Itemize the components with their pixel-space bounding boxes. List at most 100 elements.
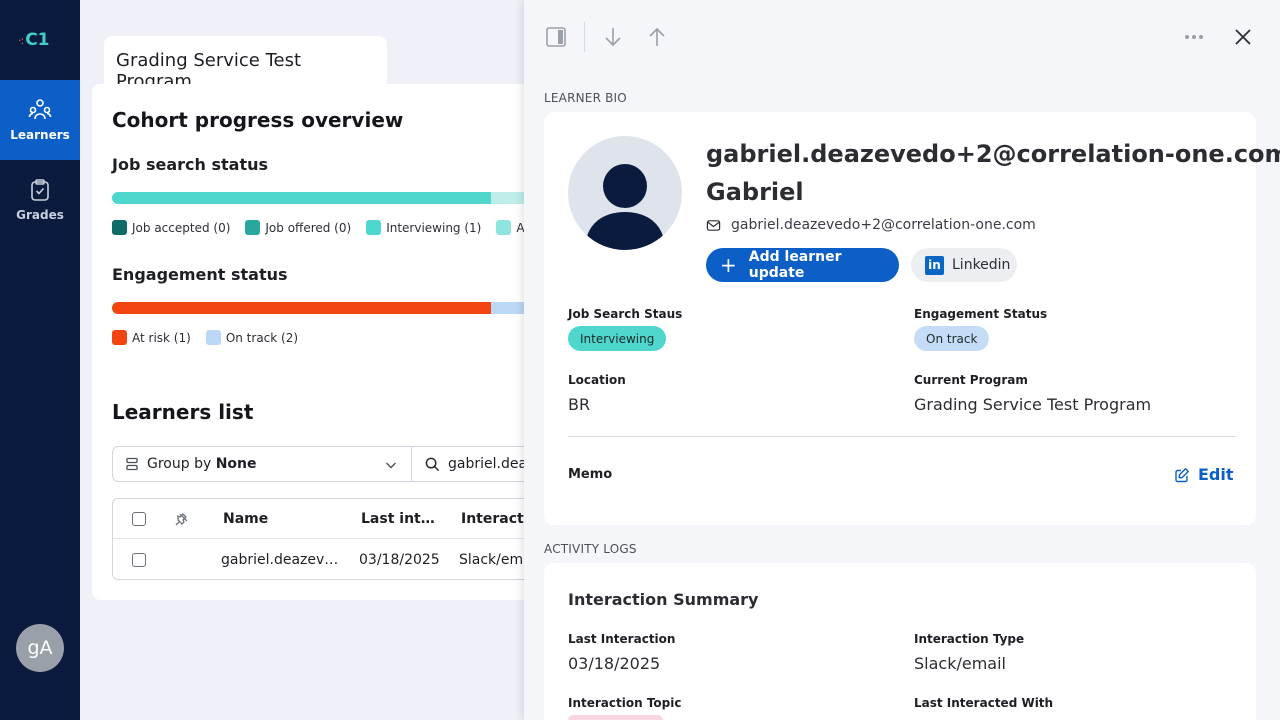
group-by-prefix: Group by (147, 456, 216, 472)
edit-memo-button[interactable]: Edit (1174, 465, 1234, 484)
job-search-legend: Job accepted (0) Job offered (0) Intervi… (112, 220, 555, 235)
location-value: BR (568, 395, 591, 414)
group-by-value: None (215, 456, 257, 472)
interaction-type-value: Slack/email (914, 654, 1006, 673)
close-icon[interactable] (1231, 25, 1255, 49)
job-search-status-label: Job Search Staus (568, 307, 683, 321)
legend-swatch (496, 220, 512, 235)
legend-label: On track (2) (225, 330, 299, 345)
interaction-type-label: Interaction Type (914, 632, 1025, 646)
app-logo[interactable]: ·: C1 (18, 28, 62, 52)
job-search-bar-segment-interviewing (112, 192, 491, 204)
legend-swatch (205, 330, 221, 345)
learner-email: gabriel.deazevedo+2@correlation-one.com (706, 217, 1036, 233)
engagement-status-label: Engagement Status (914, 307, 1048, 321)
interaction-summary-title: Interaction Summary (568, 590, 759, 609)
learners-list-title: Learners list (112, 400, 254, 424)
learners-icon (28, 99, 52, 120)
engagement-legend: At risk (1) On track (2) (112, 330, 313, 345)
more-horizontal-icon[interactable] (1182, 25, 1206, 49)
sidebar-item-grades[interactable]: Grades (0, 160, 80, 240)
select-all-checkbox[interactable] (132, 511, 146, 526)
user-avatar[interactable]: gA (16, 624, 64, 672)
logo-dots-icon: ·: (18, 33, 24, 47)
plus-icon: + (720, 253, 737, 277)
pin-off-icon[interactable] (175, 512, 189, 526)
legend-swatch (245, 220, 261, 235)
learners-table: Name Last inte... Interacti gabriel.deaz… (112, 498, 552, 580)
chevron-down-icon (386, 462, 396, 469)
last-interaction-value: 03/18/2025 (568, 654, 661, 673)
add-learner-update-label: Add learner update (748, 249, 842, 281)
edit-label: Edit (1198, 465, 1234, 484)
layers-icon (126, 457, 138, 471)
legend-label: Interviewing (1) (386, 220, 482, 235)
program-tab[interactable]: Grading Service Test Program (104, 36, 387, 92)
clipboard-icon (31, 179, 49, 201)
legend-label: Job accepted (0) (132, 220, 231, 235)
learner-first-name: Gabriel (706, 178, 804, 206)
search-icon (425, 457, 440, 471)
sidebar-item-label: Learners (10, 128, 70, 142)
mail-icon (706, 219, 721, 231)
location-label: Location (568, 373, 626, 387)
linkedin-label: Linkedin (952, 257, 1011, 273)
row-name[interactable]: gabriel.deazeved... (221, 552, 345, 568)
current-program-value: Grading Service Test Program (914, 395, 1152, 414)
legend-item: At risk (1) (112, 330, 191, 345)
toolbar-divider (584, 22, 585, 52)
sidebar: ·: C1 Learners Grades gA (0, 0, 80, 720)
arrow-down-icon[interactable] (601, 25, 625, 49)
legend-swatch (112, 220, 127, 235)
sidebar-toggle-icon[interactable] (544, 25, 568, 49)
learner-avatar (568, 136, 682, 250)
job-search-bar (112, 192, 552, 204)
learner-email-text: gabriel.deazevedo+2@correlation-one.com (731, 217, 1036, 233)
activity-logs-card: Interaction Summary Last Interaction 03/… (544, 563, 1256, 720)
column-header-last-interaction[interactable]: Last inte... (361, 511, 441, 527)
edit-icon (1175, 467, 1190, 482)
learner-bio-card: gabriel.deazevedo+2@correlation-one.com … (544, 112, 1280, 525)
cohort-overview-title: Cohort progress overview (112, 108, 404, 132)
last-interacted-with-label: Last Interacted With (914, 696, 1054, 710)
job-search-status-badge: Interviewing (568, 326, 667, 351)
engagement-bar-segment-at-risk (112, 302, 491, 314)
arrow-up-icon[interactable] (645, 25, 669, 49)
engagement-status-badge: On track (914, 326, 990, 351)
group-by-select[interactable]: Group by None (112, 446, 412, 482)
row-last-interaction: 03/18/2025 (359, 552, 440, 568)
legend-item: On track (2) (205, 330, 299, 345)
engagement-status-title: Engagement status (112, 265, 288, 284)
legend-swatch (366, 220, 382, 235)
learner-bio-section-label: LEARNER BIO (544, 91, 627, 105)
add-learner-update-button[interactable]: + Add learner update (706, 248, 899, 282)
last-interaction-label: Last Interaction (568, 632, 676, 646)
engagement-bar (112, 302, 552, 314)
legend-label: At risk (1) (132, 330, 191, 345)
legend-item: Interviewing (1) (366, 220, 481, 235)
interaction-topic-label: Interaction Topic (568, 696, 682, 710)
linkedin-button[interactable]: in Linkedin (911, 248, 1017, 282)
sidebar-item-label: Grades (16, 208, 64, 222)
learner-email-title: gabriel.deazevedo+2@correlation-one.com (706, 140, 1280, 168)
logo-text: C1 (25, 29, 50, 50)
current-program-label: Current Program (914, 373, 1028, 387)
learner-detail-drawer: LEARNER BIO gabriel.deazevedo+2@correlat… (524, 0, 1280, 720)
section-divider (568, 436, 1236, 437)
sidebar-item-learners[interactable]: Learners (0, 80, 80, 160)
person-icon (585, 164, 665, 250)
legend-item: Job accepted (0) (112, 220, 230, 235)
memo-label: Memo (568, 467, 613, 482)
table-header-row: Name Last inte... Interacti (113, 499, 552, 539)
column-header-name[interactable]: Name (223, 511, 268, 527)
interaction-topic-badge (568, 715, 663, 720)
row-checkbox[interactable] (132, 553, 146, 567)
legend-swatch (112, 330, 127, 345)
search-value: gabriel.deaz (448, 456, 535, 472)
legend-item: Job offered (0) (245, 220, 351, 235)
table-row[interactable]: gabriel.deazeved... 03/18/2025 Slack/ema… (113, 540, 552, 579)
job-search-status-title: Job search status (112, 155, 269, 174)
legend-label: Job offered (0) (265, 220, 352, 235)
linkedin-icon: in (925, 255, 944, 275)
activity-logs-section-label: ACTIVITY LOGS (544, 542, 637, 556)
